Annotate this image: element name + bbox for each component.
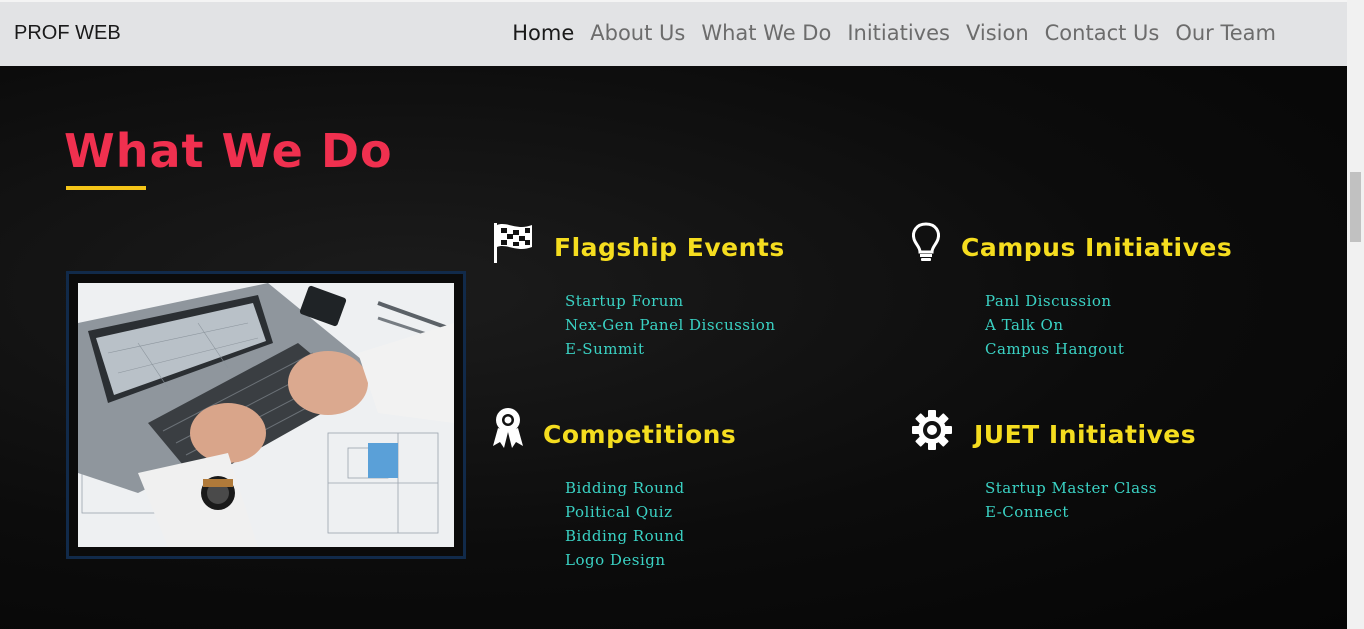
list-item[interactable]: Logo Design [565, 548, 685, 572]
nav-item-initiatives[interactable]: Initiatives [847, 21, 950, 45]
what-we-do-section: What We Do Flagship Events Startup Forum… [0, 66, 1347, 629]
flagship-events-title: Flagship Events [554, 233, 785, 262]
nav-item-home[interactable]: Home [512, 21, 574, 45]
list-item[interactable]: Political Quiz [565, 500, 685, 524]
flagship-events-list: Startup Forum Nex-Gen Panel Discussion E… [565, 289, 776, 361]
list-item[interactable]: Startup Forum [565, 289, 776, 313]
competitions-title: Competitions [543, 420, 737, 449]
nav-links: Home About Us What We Do Initiatives Vis… [512, 21, 1276, 45]
laptop-blueprint-photo [78, 283, 454, 547]
nav-item-what-we-do[interactable]: What We Do [701, 21, 831, 45]
list-item[interactable]: Campus Hangout [985, 337, 1124, 361]
list-item[interactable]: E-Connect [985, 500, 1157, 524]
brand-logo[interactable]: PROF WEB [14, 22, 121, 45]
list-item[interactable]: E-Summit [565, 337, 776, 361]
award-ribbon-icon [490, 406, 534, 450]
nav-item-contact-us[interactable]: Contact Us [1045, 21, 1160, 45]
lightbulb-icon [908, 220, 952, 264]
section-title: What We Do [64, 124, 393, 178]
vertical-scrollbar[interactable] [1347, 0, 1364, 629]
list-item[interactable]: A Talk On [985, 313, 1124, 337]
campus-initiatives-title: Campus Initiatives [961, 233, 1233, 262]
juet-initiatives-title: JUET Initiatives [974, 420, 1197, 449]
nav-item-about-us[interactable]: About Us [590, 21, 685, 45]
list-item[interactable]: Bidding Round [565, 524, 685, 548]
scrollbar-thumb[interactable] [1350, 172, 1361, 242]
nav-item-our-team[interactable]: Our Team [1175, 21, 1276, 45]
list-item[interactable]: Nex-Gen Panel Discussion [565, 313, 776, 337]
list-item[interactable]: Panl Discussion [985, 289, 1124, 313]
campus-initiatives-list: Panl Discussion A Talk On Campus Hangout [985, 289, 1124, 361]
photo-frame [66, 271, 466, 559]
navbar: PROF WEB Home About Us What We Do Initia… [0, 0, 1347, 66]
list-item[interactable]: Bidding Round [565, 476, 685, 500]
checkered-flag-icon [492, 221, 536, 265]
competitions-list: Bidding Round Political Quiz Bidding Rou… [565, 476, 685, 572]
title-underline [66, 186, 146, 190]
nav-item-vision[interactable]: Vision [966, 21, 1029, 45]
list-item[interactable]: Startup Master Class [985, 476, 1157, 500]
juet-initiatives-list: Startup Master Class E-Connect [985, 476, 1157, 524]
gear-icon [910, 408, 954, 452]
